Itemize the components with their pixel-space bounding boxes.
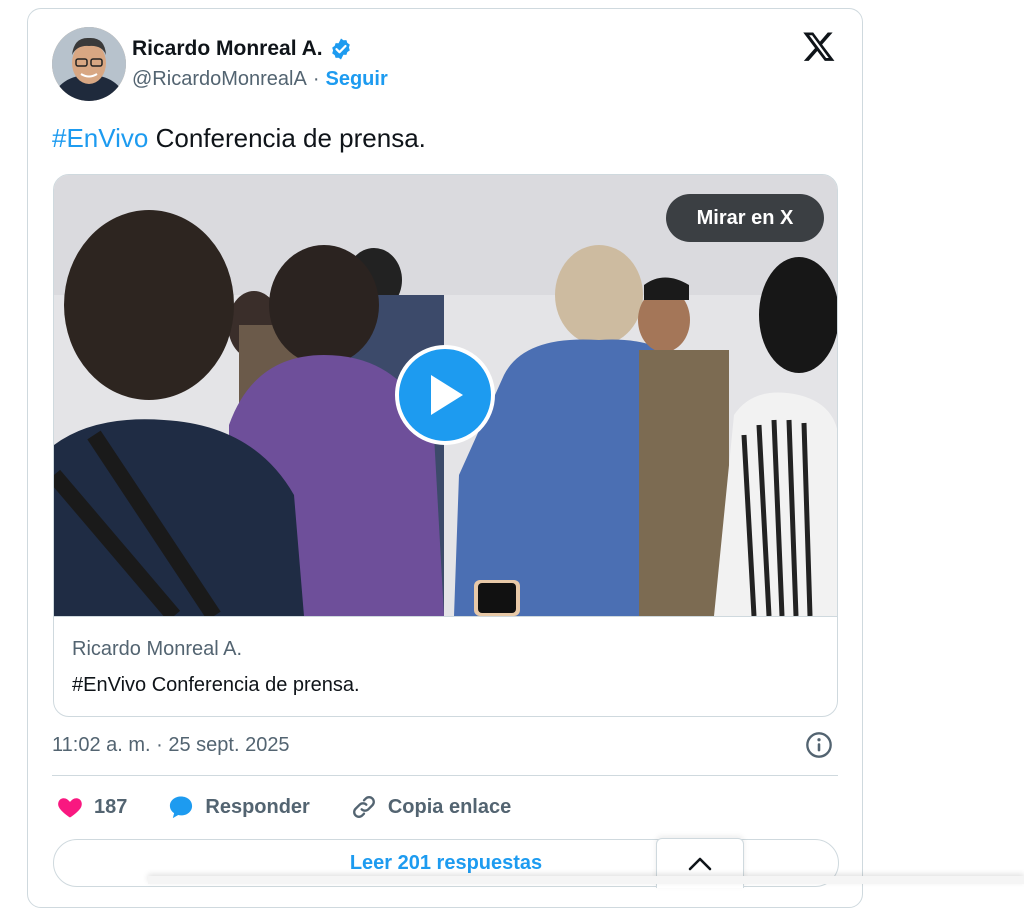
caption-author: Ricardo Monreal A.: [72, 638, 243, 660]
author-name-row: Ricardo Monreal A.: [132, 37, 353, 61]
tweet-text: #EnVivo Conferencia de prensa.: [52, 123, 426, 154]
copy-link-label: Copia enlace: [387, 795, 512, 818]
watch-on-x-button[interactable]: Mirar en X: [666, 194, 824, 242]
play-icon: [431, 375, 463, 415]
avatar-photo: [52, 27, 126, 101]
bottom-panel-edge: [148, 876, 1024, 884]
media-card[interactable]: Mirar en X Ricardo Monreal A. #EnVivo Co…: [53, 174, 838, 717]
hashtag-link[interactable]: #EnVivo: [52, 123, 148, 153]
chevron-up-icon: [688, 857, 712, 870]
reply-button[interactable]: Responder: [167, 793, 310, 821]
play-button[interactable]: [395, 345, 495, 445]
handle-separator: ·: [312, 68, 320, 90]
x-logo-icon[interactable]: [802, 29, 836, 63]
author-handle-row: @RicardoMonrealA · Seguir: [132, 68, 388, 91]
tweet-body: Conferencia de prensa.: [148, 123, 426, 153]
media-caption: Ricardo Monreal A. #EnVivo Conferencia d…: [54, 616, 837, 716]
reply-bubble-icon: [170, 796, 193, 819]
author-name[interactable]: Ricardo Monreal A.: [132, 37, 323, 61]
follow-button[interactable]: Seguir: [326, 68, 388, 91]
tweet-card: Ricardo Monreal A. @RicardoMonrealA · Se…: [27, 8, 863, 908]
info-icon[interactable]: [805, 731, 833, 759]
heart-icon: [58, 798, 82, 818]
author-handle[interactable]: @RicardoMonrealA: [132, 68, 307, 91]
caption-text: #EnVivo Conferencia de prensa.: [72, 674, 360, 696]
video-player[interactable]: Mirar en X: [54, 175, 837, 616]
verified-badge-icon: [331, 38, 350, 60]
divider: [52, 775, 838, 776]
copy-link-button[interactable]: Copia enlace: [350, 793, 511, 821]
reply-label: Responder: [205, 795, 310, 818]
like-count: 187: [94, 795, 128, 818]
like-button[interactable]: 187: [56, 793, 127, 821]
author-avatar[interactable]: [52, 27, 126, 101]
link-icon: [352, 796, 375, 818]
action-bar: 187 Responder Copia enlace: [56, 793, 511, 821]
tweet-timestamp[interactable]: 11:02 a. m. · 25 sept. 2025: [52, 734, 290, 757]
